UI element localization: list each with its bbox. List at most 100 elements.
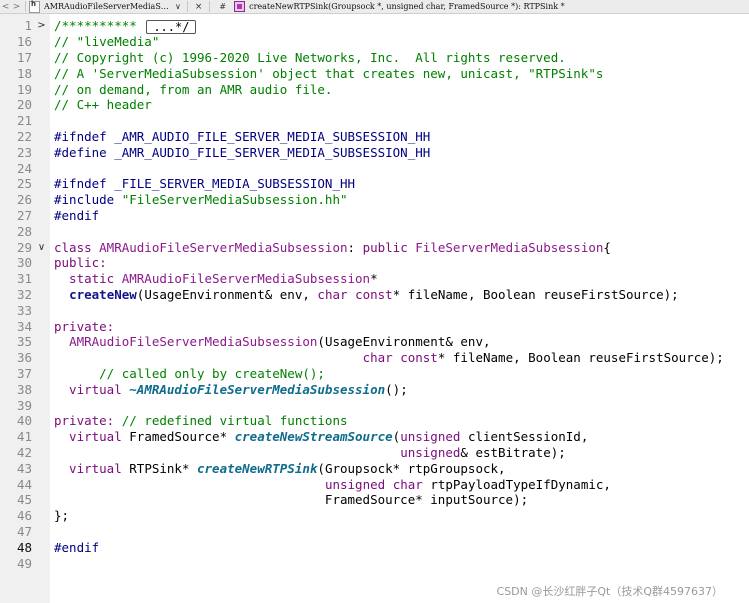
keyword: static bbox=[54, 271, 122, 286]
code-line-18: // A 'ServerMediaSubsession' object that… bbox=[54, 66, 604, 81]
back-icon[interactable]: < bbox=[0, 2, 11, 12]
symbol-hash-icon[interactable]: # bbox=[219, 2, 226, 11]
close-icon[interactable]: × bbox=[195, 2, 203, 12]
line-number: 37 bbox=[16, 366, 32, 381]
line-number: 29 bbox=[16, 240, 32, 255]
code-line-41: virtual FramedSource* createNewStreamSou… bbox=[54, 429, 588, 445]
parameters: (Groupsock* rtpGroupsock, bbox=[317, 461, 506, 476]
parameters: (UsageEnvironment& env, bbox=[136, 287, 318, 302]
type-name: AMRAudioFileServerMediaSubsession bbox=[121, 271, 371, 286]
code-line-1: /********** ...*/ bbox=[54, 18, 197, 34]
line-number: 36 bbox=[16, 350, 32, 365]
code-line-38: virtual ~AMRAudioFileServerMediaSubsessi… bbox=[54, 382, 408, 398]
line-number: 38 bbox=[16, 382, 32, 397]
line-number: 31 bbox=[16, 271, 32, 286]
code-line-37: // called only by createNew(); bbox=[54, 366, 325, 381]
code-line-35: AMRAudioFileServerMediaSubsession(UsageE… bbox=[54, 334, 491, 350]
punctuation: { bbox=[603, 240, 611, 255]
code-line-26: #include "FileServerMediaSubsession.hh" bbox=[54, 192, 348, 208]
line-number: 26 bbox=[16, 192, 32, 207]
line-number: 41 bbox=[16, 429, 32, 444]
keyword: class bbox=[54, 240, 100, 255]
line-number: 40 bbox=[16, 413, 32, 428]
destructor-name: ~AMRAudioFileServerMediaSubsession bbox=[129, 382, 386, 397]
line-number: 46 bbox=[16, 508, 32, 523]
code-line-34: private: bbox=[54, 319, 115, 334]
return-type: RTPSink* bbox=[129, 461, 197, 476]
code-line-20: // C++ header bbox=[54, 97, 152, 112]
code-line-48: #endif bbox=[54, 540, 100, 555]
fold-expand-icon[interactable]: > bbox=[37, 18, 46, 34]
punctuation: (); bbox=[385, 382, 408, 397]
line-number: 30 bbox=[16, 255, 32, 270]
line-number: 43 bbox=[16, 461, 32, 476]
preprocessor-directive: #include bbox=[54, 192, 122, 207]
parameters: & estBitrate); bbox=[460, 445, 566, 460]
line-number-gutter: 1 16 17 18 19 20 21 22 23 24 25 26 27 28… bbox=[0, 14, 50, 603]
line-number: 39 bbox=[16, 398, 32, 413]
line-number: 49 bbox=[16, 556, 32, 571]
line-number: 27 bbox=[16, 208, 32, 223]
parameters: clientSessionId, bbox=[460, 429, 589, 444]
code-line-16: // "liveMedia" bbox=[54, 34, 160, 49]
tab-divider bbox=[209, 1, 211, 12]
keyword: virtual bbox=[54, 382, 130, 397]
keyword: virtual bbox=[54, 461, 130, 476]
parameters: (UsageEnvironment& env, bbox=[317, 334, 491, 349]
line-number: 34 bbox=[16, 319, 32, 334]
keyword: private: bbox=[54, 413, 115, 428]
keyword: virtual bbox=[54, 429, 130, 444]
current-line-number: 48 bbox=[16, 540, 32, 555]
csdn-watermark: CSDN @长沙红胖子Qt（技术Q群4597637） bbox=[496, 585, 723, 598]
code-line-44: unsigned char rtpPayloadTypeIfDynamic, bbox=[54, 477, 611, 493]
code-line-22: #ifndef _AMR_AUDIO_FILE_SERVER_MEDIA_SUB… bbox=[54, 129, 431, 144]
fold-collapse-icon[interactable]: ∨ bbox=[37, 240, 46, 256]
keyword: unsigned bbox=[324, 477, 386, 492]
line-number: 33 bbox=[16, 303, 32, 318]
line-number: 45 bbox=[16, 492, 32, 507]
code-line-45: FramedSource* inputSource); bbox=[54, 492, 529, 507]
return-type: FramedSource* bbox=[129, 429, 235, 444]
editor-tab-bar: < > AMRAudioFileServerMediaS… ∨ × # crea… bbox=[0, 0, 749, 14]
code-line-32: createNew(UsageEnvironment& env, char co… bbox=[54, 287, 679, 303]
keyword: public bbox=[362, 240, 416, 255]
include-string: "FileServerMediaSubsession.hh" bbox=[121, 192, 348, 207]
code-line-30: public: bbox=[54, 255, 107, 270]
line-number: 35 bbox=[16, 334, 32, 349]
virtual-function-name: createNewStreamSource bbox=[234, 429, 393, 444]
line-number: 42 bbox=[16, 445, 32, 460]
code-editor[interactable]: /********** ...*/ // "liveMedia" // Copy… bbox=[54, 14, 749, 574]
line-number: 44 bbox=[16, 477, 32, 492]
class-name: AMRAudioFileServerMediaSubsession bbox=[99, 240, 348, 255]
tab-divider bbox=[25, 1, 26, 12]
code-line-42: unsigned& estBitrate); bbox=[54, 445, 566, 461]
code-line-19: // on demand, from an AMR audio file. bbox=[54, 82, 333, 97]
code-line-40: private: // redefined virtual functions bbox=[54, 413, 348, 429]
line-number: 17 bbox=[16, 50, 32, 65]
forward-icon[interactable]: > bbox=[11, 2, 22, 12]
base-class-name: FileServerMediaSubsession bbox=[415, 240, 604, 255]
code-line-43: virtual RTPSink* createNewRTPSink(Groups… bbox=[54, 461, 506, 477]
line-number: 32 bbox=[16, 287, 32, 302]
comment-text: // redefined virtual functions bbox=[114, 413, 348, 428]
line-number: 20 bbox=[16, 97, 32, 112]
keyword: const bbox=[400, 350, 438, 365]
line-number: 23 bbox=[16, 145, 32, 160]
code-line-23: #define _AMR_AUDIO_FILE_SERVER_MEDIA_SUB… bbox=[54, 145, 431, 160]
function-signature-dropdown[interactable]: createNewRTPSink(Groupsock *, unsigned c… bbox=[249, 2, 565, 11]
chevron-down-icon[interactable]: ∨ bbox=[175, 2, 181, 11]
keyword: char bbox=[317, 287, 348, 302]
folded-comment-box[interactable]: ...*/ bbox=[146, 19, 197, 34]
line-number: 21 bbox=[16, 113, 32, 128]
line-number: 24 bbox=[16, 161, 32, 176]
keyword: const bbox=[355, 287, 393, 302]
file-tab-label[interactable]: AMRAudioFileServerMediaS… bbox=[44, 2, 172, 11]
function-symbol-icon bbox=[234, 1, 246, 12]
code-line-36: char const* fileName, Boolean reuseFirst… bbox=[54, 350, 724, 366]
line-number: 16 bbox=[16, 34, 32, 49]
